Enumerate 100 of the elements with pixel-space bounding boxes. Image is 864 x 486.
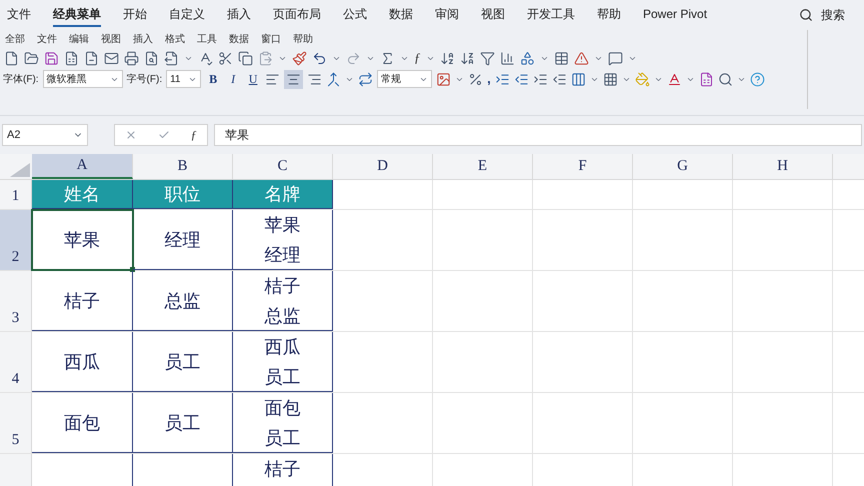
menu-tab[interactable]: 自定义 bbox=[169, 3, 205, 27]
table-cell-text: 经理 bbox=[164, 228, 200, 252]
cut-icon[interactable] bbox=[218, 50, 233, 66]
mail-icon[interactable] bbox=[104, 50, 119, 66]
table-cell-text: 桔子 bbox=[64, 290, 100, 312]
function-icon[interactable]: ƒ bbox=[414, 48, 420, 68]
column-header[interactable]: B bbox=[133, 154, 233, 179]
style-button[interactable]: U bbox=[245, 70, 262, 88]
column-icon[interactable] bbox=[570, 72, 586, 86]
cancel-icon[interactable] bbox=[125, 129, 138, 141]
font-color-icon[interactable] bbox=[666, 72, 682, 86]
row-header[interactable]: 5 bbox=[0, 393, 32, 453]
formula-field[interactable]: 苹果 bbox=[214, 124, 862, 146]
classic-menu[interactable]: 工具 bbox=[197, 32, 217, 46]
classic-menu[interactable]: 文件 bbox=[37, 32, 57, 46]
border-icon[interactable] bbox=[602, 72, 618, 86]
table-cell-text: 面包 员工 bbox=[264, 396, 300, 450]
table-cell-text: 桔子 bbox=[264, 458, 300, 481]
shapes-icon[interactable] bbox=[520, 50, 534, 66]
folder-icon[interactable] bbox=[24, 50, 39, 66]
menu-tab[interactable]: 页面布局 bbox=[273, 3, 321, 27]
font-dropdown[interactable]: 微软雅黑 bbox=[42, 70, 123, 88]
menu-tab[interactable]: Power Pivot bbox=[643, 3, 708, 27]
search-label[interactable]: 搜索 bbox=[821, 6, 846, 24]
column-header[interactable]: A bbox=[32, 154, 133, 179]
classic-menu[interactable]: 窗口 bbox=[261, 32, 281, 46]
comment-icon[interactable] bbox=[608, 50, 622, 66]
row-header[interactable]: 1 bbox=[0, 180, 32, 209]
classic-menu[interactable]: 视图 bbox=[101, 32, 121, 46]
indent-icon[interactable] bbox=[532, 72, 548, 86]
classic-menu[interactable]: 格式 bbox=[165, 32, 185, 46]
save-icon[interactable] bbox=[44, 50, 59, 66]
new-file-icon[interactable] bbox=[4, 50, 19, 66]
format-painter-icon[interactable] bbox=[292, 50, 307, 66]
classic-menu[interactable]: 插入 bbox=[133, 32, 153, 46]
table-cell-text: 员工 bbox=[164, 412, 200, 434]
align-right-icon[interactable] bbox=[307, 72, 322, 86]
search-icon[interactable] bbox=[799, 8, 814, 22]
menu-tab[interactable]: 公式 bbox=[343, 3, 367, 27]
column-header[interactable]: F bbox=[533, 154, 633, 179]
name-box[interactable]: A2 bbox=[2, 124, 88, 146]
help-icon[interactable] bbox=[750, 72, 765, 86]
classic-menu[interactable]: 数据 bbox=[229, 32, 249, 46]
column-header[interactable]: H bbox=[733, 154, 833, 179]
table-cell-text: 桔子 总监 bbox=[264, 274, 300, 328]
align-left-icon[interactable] bbox=[265, 72, 280, 86]
column-header[interactable]: D bbox=[333, 154, 433, 179]
classic-menu[interactable]: 全部 bbox=[5, 32, 25, 46]
menu-tab[interactable]: 开发工具 bbox=[527, 3, 575, 27]
menu-tab[interactable]: 插入 bbox=[227, 3, 251, 27]
confirm-icon[interactable] bbox=[158, 129, 170, 141]
table-cell-text: 苹果 bbox=[64, 228, 100, 252]
table-cell-text: 苹果 经理 bbox=[264, 214, 300, 266]
print-preview-icon[interactable] bbox=[144, 50, 159, 66]
warning-icon[interactable] bbox=[574, 50, 588, 66]
font-size-label: 字号(F): bbox=[126, 72, 162, 86]
font-label: 字体(F): bbox=[3, 72, 39, 86]
menu-tab[interactable]: 文件 bbox=[7, 3, 31, 27]
menu-tab[interactable]: 开始 bbox=[123, 3, 147, 27]
menu-tab[interactable]: 帮助 bbox=[597, 3, 621, 27]
sheet-view-icon[interactable] bbox=[698, 72, 714, 86]
file-minus-icon[interactable] bbox=[84, 50, 99, 66]
table-icon[interactable] bbox=[554, 50, 568, 66]
function-icon[interactable]: ƒ bbox=[190, 126, 197, 144]
column-header[interactable]: G bbox=[633, 154, 733, 179]
menu-tab[interactable]: 审阅 bbox=[435, 3, 459, 27]
sort-ascending-icon[interactable] bbox=[440, 50, 454, 66]
number-format-dropdown[interactable]: 常规 bbox=[377, 70, 432, 88]
row-header[interactable]: 2 bbox=[0, 210, 32, 270]
percent-icon[interactable] bbox=[468, 72, 484, 86]
fill-color-icon[interactable] bbox=[634, 72, 650, 86]
column-header[interactable]: C bbox=[233, 154, 333, 179]
fill-handle[interactable] bbox=[130, 267, 135, 272]
style-button[interactable]: I bbox=[225, 70, 242, 88]
menu-tab[interactable]: 视图 bbox=[481, 3, 505, 27]
row-header[interactable]: 4 bbox=[0, 332, 32, 392]
menu-tab[interactable]: 数据 bbox=[389, 3, 413, 27]
align-center-button[interactable] bbox=[284, 70, 304, 88]
sort-descending-icon[interactable] bbox=[460, 50, 474, 66]
menu-tab[interactable]: 经典菜单 bbox=[53, 3, 101, 27]
table-cell-text: 西瓜 员工 bbox=[264, 336, 300, 388]
chart-icon[interactable] bbox=[500, 50, 514, 66]
sheet-icon[interactable] bbox=[64, 50, 79, 66]
copy-icon[interactable] bbox=[238, 50, 253, 66]
printer-icon[interactable] bbox=[124, 50, 139, 66]
merge-icon[interactable] bbox=[326, 72, 342, 86]
style-button[interactable]: B bbox=[205, 70, 222, 88]
zoom-icon[interactable] bbox=[718, 72, 733, 86]
classic-menu[interactable]: 编辑 bbox=[69, 32, 89, 46]
column-header[interactable]: E bbox=[433, 154, 533, 179]
classic-menu[interactable]: 帮助 bbox=[293, 32, 313, 46]
undo-icon[interactable] bbox=[312, 50, 327, 66]
row-header[interactable]: 3 bbox=[0, 271, 32, 331]
table-cell-text: 员工 bbox=[164, 350, 200, 374]
comma-icon[interactable]: , bbox=[487, 69, 491, 89]
export-icon[interactable] bbox=[164, 50, 179, 66]
filter-icon[interactable] bbox=[480, 50, 494, 66]
outdent-icon[interactable] bbox=[552, 72, 567, 86]
font-size-dropdown[interactable]: 11 bbox=[166, 70, 202, 88]
table-cell-text: 职位 bbox=[164, 183, 200, 206]
